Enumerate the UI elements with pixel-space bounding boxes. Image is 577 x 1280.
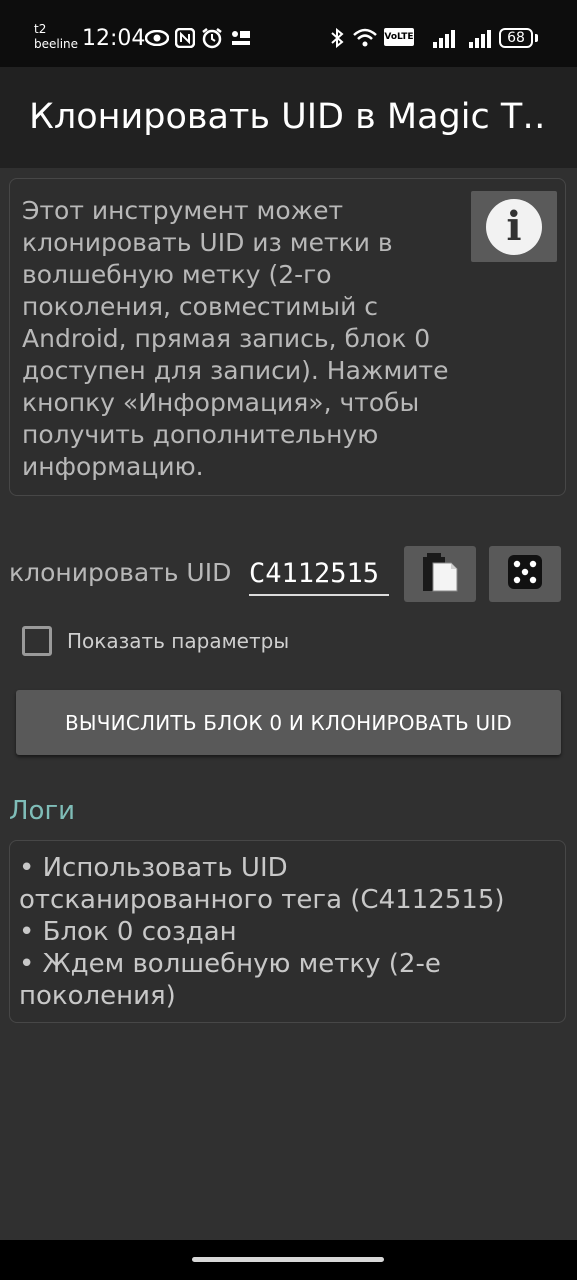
- carrier-line-1: t2: [34, 22, 47, 36]
- wifi-icon: [352, 28, 378, 48]
- app-toolbar: Клонировать UID в Magic T…: [0, 67, 577, 168]
- dice-icon: [505, 552, 545, 596]
- battery-indicator: 68: [499, 28, 533, 48]
- status-time: 12:04: [82, 26, 146, 51]
- info-icon: i: [486, 198, 542, 255]
- nfc-icon: [175, 28, 195, 48]
- alarm-icon: [201, 28, 223, 49]
- battery-nub: [535, 34, 538, 42]
- random-uid-button[interactable]: [489, 546, 561, 602]
- log-line: • Ждем волшебную метку (2-е поколения): [19, 949, 441, 1011]
- uid-input[interactable]: [249, 552, 389, 596]
- logs-card: • Использовать UID отсканированного тега…: [9, 840, 566, 1023]
- calculate-and-clone-button[interactable]: ВЫЧИСЛИТЬ БЛОК 0 И КЛОНИРОВАТЬ UID: [16, 690, 561, 755]
- bluetooth-icon: [330, 28, 344, 48]
- description-text: Этот инструмент может клонировать UID из…: [22, 196, 449, 481]
- log-line: • Использовать UID отсканированного тега…: [19, 853, 505, 915]
- signal-icon: [468, 28, 494, 48]
- pmc-icon: [230, 28, 252, 48]
- carrier-line-2: beeline: [34, 37, 79, 51]
- status-bar: t2 beeline 12:04 VoLTE 68: [0, 0, 577, 67]
- show-params-checkbox[interactable]: [22, 626, 52, 656]
- show-params-label[interactable]: Показать параметры: [67, 629, 289, 653]
- page-title: Клонировать UID в Magic T…: [29, 97, 549, 137]
- clone-uid-label: клонировать UID: [9, 558, 232, 587]
- paste-button[interactable]: [404, 546, 476, 602]
- signal-icon: [432, 28, 458, 48]
- logs-heading: Логи: [9, 796, 76, 826]
- home-gesture-handle[interactable]: [192, 1257, 384, 1262]
- log-line: • Блок 0 создан: [19, 917, 237, 947]
- info-button[interactable]: i: [471, 191, 557, 262]
- volte-icon: VoLTE: [384, 28, 414, 46]
- description-card: Этот инструмент может клонировать UID из…: [9, 178, 566, 496]
- eye-icon: [145, 28, 169, 48]
- paste-icon: [421, 551, 459, 597]
- carrier-label: t2 beeline: [34, 22, 78, 52]
